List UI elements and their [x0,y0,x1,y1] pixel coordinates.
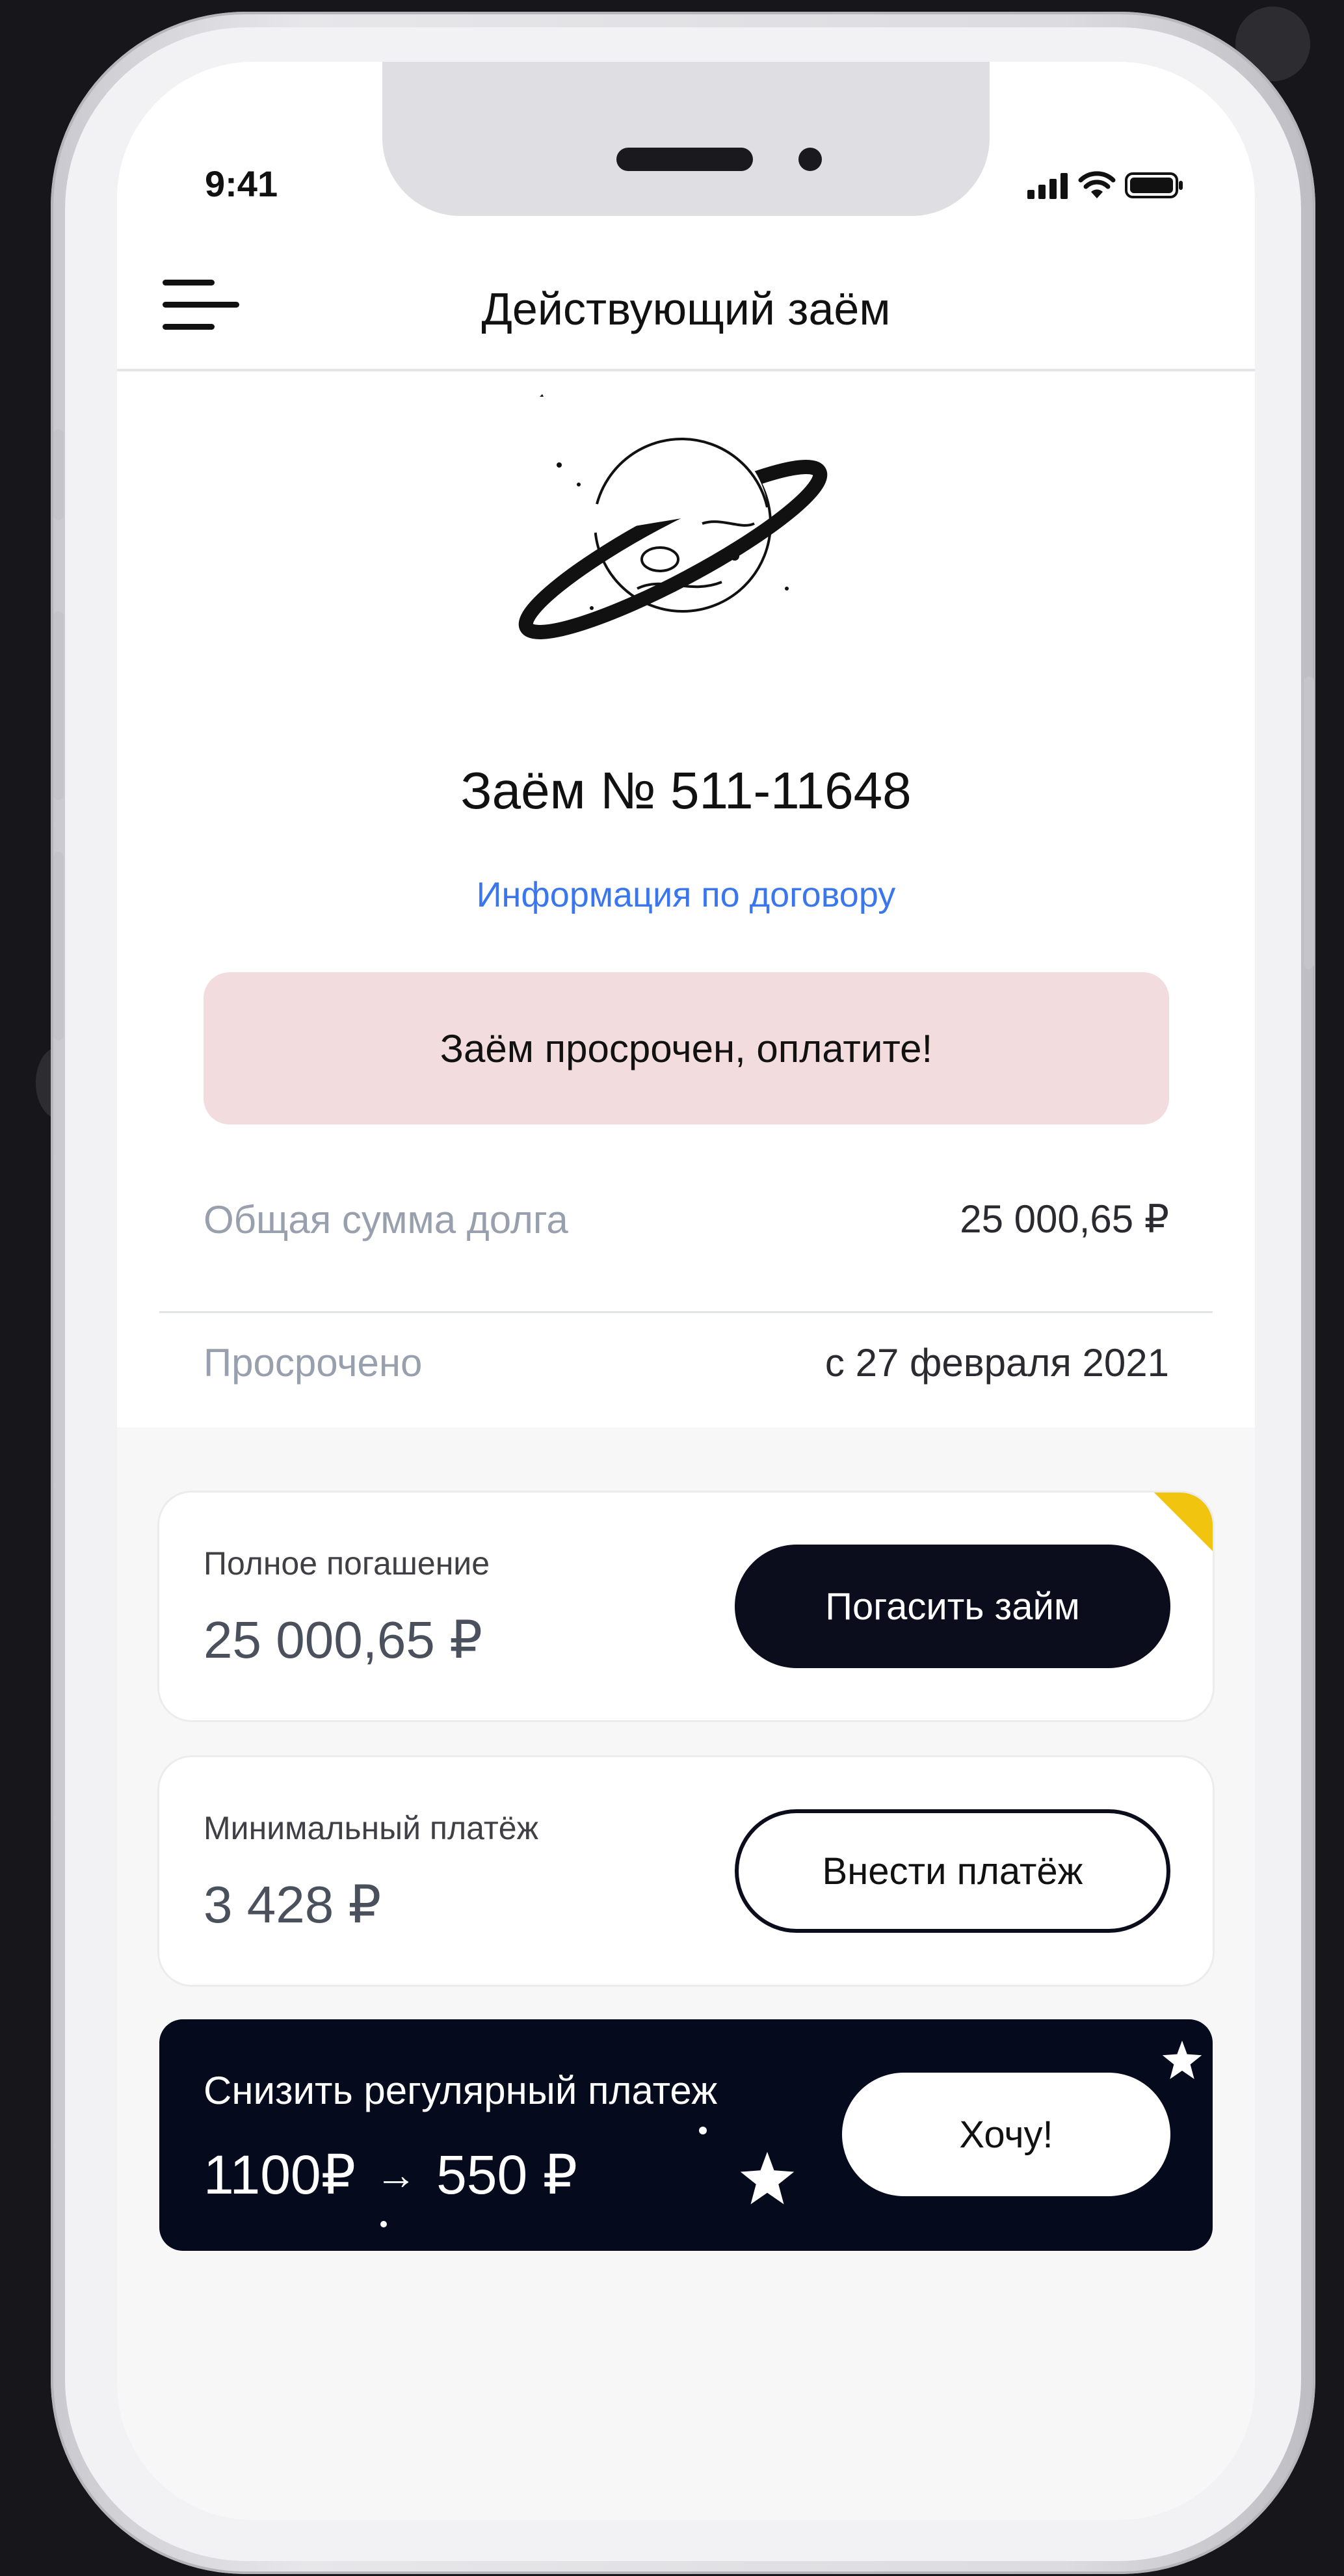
wifi-icon [1078,171,1116,198]
loan-number: Заём № 511-11648 [460,762,912,819]
repay-loan-button[interactable]: Погасить займ [735,1545,1170,1668]
promo-from: 1100₽ [204,2144,356,2205]
summary-row-total: Общая сумма долга 25 000,65 ₽ [204,1187,1169,1252]
promo-values: 1100₽ → 550 ₽ [204,2143,577,2207]
speaker [616,148,753,171]
reduce-payment-banner: Снизить регулярный платеж 1100₽ → 550 ₽ … [159,2019,1213,2251]
phone-side-button [1304,676,1314,969]
phone-side-button [53,852,64,1041]
phone-side-button [53,611,64,800]
overdue-alert: Заём просрочен, оплатите! [204,972,1169,1124]
page-title: Действующий заём [481,284,891,334]
corner-badge [1154,1493,1213,1551]
sparkle-dot [380,2221,387,2227]
minimum-payment-card: Минимальный платёж 3 428 ₽ Внести платёж [159,1757,1213,1985]
screen: 9:41 Действующий заём Заём № 511-11648 И… [117,62,1255,2520]
camera [798,148,822,171]
contract-info-link[interactable]: Информация по договору [117,875,1255,915]
card-amount: 3 428 ₽ [204,1876,382,1933]
full-repayment-card: Полное погашение 25 000,65 ₽ Погасить за… [159,1493,1213,1720]
card-amount: 25 000,65 ₽ [204,1611,483,1669]
star-icon [740,2151,795,2205]
notch [382,62,990,216]
summary-value: с 27 февраля 2021 [824,1340,1169,1385]
arrow-icon: → [375,2151,417,2198]
status-time: 9:41 [205,163,278,204]
sparkle-dot [699,2127,707,2134]
status-icons [1027,169,1183,202]
star-icon [1162,2040,1202,2079]
summary-label: Общая сумма долга [204,1197,568,1242]
header: Действующий заём [117,224,1255,371]
summary-row-overdue: Просрочено с 27 февраля 2021 [204,1330,1169,1395]
signal-icon [1027,173,1068,199]
battery-icon [1125,172,1183,198]
planet-illustration [518,394,828,639]
promo-title: Снизить регулярный платеж [204,2069,718,2112]
phone-side-button [53,429,64,520]
divider [159,1311,1213,1313]
promo-to: 550 ₽ [436,2144,578,2205]
summary-label: Просрочено [204,1340,423,1385]
card-label: Минимальный платёж [204,1810,539,1846]
want-button[interactable]: Хочу! [842,2073,1170,2196]
card-label: Полное погашение [204,1545,490,1582]
summary-value: 25 000,65 ₽ [960,1197,1169,1241]
overdue-alert-text: Заём просрочен, оплатите! [440,1026,933,1070]
make-payment-button[interactable]: Внести платёж [735,1809,1170,1933]
